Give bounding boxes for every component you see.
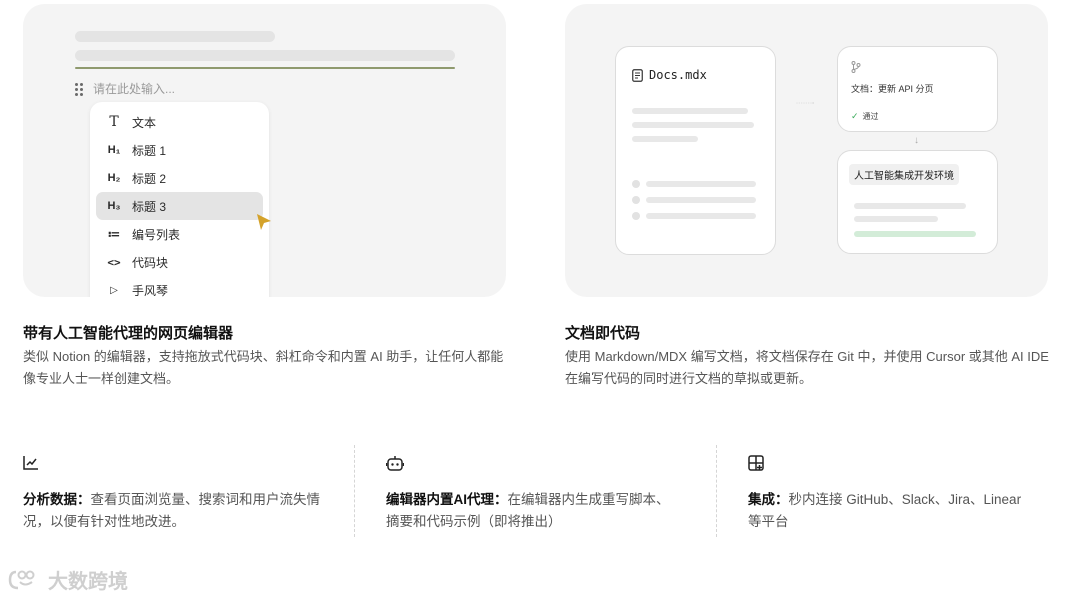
pull-request-card: 文档：更新 API 分页 ✓ 通过 <box>837 46 998 132</box>
watermark-logo-icon <box>8 570 35 589</box>
skeleton-line <box>75 50 455 61</box>
menu-item-label: 编号列表 <box>132 227 181 242</box>
code-icon: <> <box>107 255 121 269</box>
list-dot <box>632 196 640 204</box>
chart-icon <box>23 456 38 470</box>
editor-divider <box>75 67 455 69</box>
menu-item-label: 标题 1 <box>132 143 167 158</box>
robot-icon <box>385 456 405 471</box>
arrow-down-icon: ↓ <box>914 135 919 146</box>
menu-item-heading-1[interactable]: H₁ 标题 1 <box>96 136 263 164</box>
grid-plus-icon <box>748 455 764 471</box>
heading-1-icon: H₁ <box>107 144 121 156</box>
feature-description: 秒内连接 GitHub、Slack、Jira、Linear 等平台 <box>748 492 1022 529</box>
menu-item-label: 手风琴 <box>132 283 169 298</box>
arrow-right-icon <box>796 102 815 104</box>
menu-item-label: 标题 2 <box>132 171 167 186</box>
numbered-list-icon: ≔ <box>107 227 121 241</box>
doc-file-name: Docs.mdx <box>649 68 707 82</box>
feature-integrations: 集成：秒内连接 GitHub、Slack、Jira、Linear 等平台 <box>748 455 1033 533</box>
editor-section-description: 类似 Notion 的编辑器，支持拖放式代码块、斜杠命令和内置 AI 助手，让任… <box>23 349 504 386</box>
skeleton-line <box>632 136 698 142</box>
feature-ai-agent: 编辑器内置AI代理：在编辑器内生成重写脚本、摘要和代码示例（即将推出） <box>385 455 676 533</box>
ide-label: 人工智能集成开发环境 <box>849 164 959 185</box>
docs-section-description: 使用 Markdown/MDX 编写文档，将文档保存在 Git 中，并使用 Cu… <box>565 349 1049 386</box>
menu-item-heading-3[interactable]: H₃ 标题 3 <box>96 192 263 220</box>
menu-item-label: 文本 <box>132 115 157 130</box>
menu-item-accordion[interactable]: ▷ 手风琴 <box>96 276 263 298</box>
accordion-icon: ▷ <box>110 284 118 296</box>
docs-as-code-card: Docs.mdx 文档：更新 API 分页 ✓ 通过 ↓ 人工智能集成开发环境 <box>565 4 1048 297</box>
text-icon: T <box>109 114 119 130</box>
skeleton-line <box>632 108 748 114</box>
feature-title: 集成： <box>748 492 789 507</box>
list-dot <box>632 212 640 220</box>
cursor-pointer-icon <box>257 214 271 230</box>
list-dot <box>632 180 640 188</box>
menu-item-heading-2[interactable]: H₂ 标题 2 <box>96 164 263 192</box>
skeleton-line <box>854 203 966 209</box>
skeleton-line <box>632 122 754 128</box>
skeleton-line <box>646 197 756 203</box>
column-divider <box>716 445 717 537</box>
editor-placeholder[interactable]: 请在此处输入... <box>93 80 175 97</box>
feature-title: 分析数据： <box>23 492 91 507</box>
menu-item-label: 代码块 <box>132 255 169 270</box>
menu-item-text[interactable]: T 文本 <box>96 108 263 136</box>
highlight-line <box>854 231 976 237</box>
pr-status: ✓ 通过 <box>851 111 879 122</box>
slash-command-menu: T 文本 H₁ 标题 1 H₂ 标题 2 H₃ 标题 3 ≔ 编号列表 <> 代… <box>90 102 269 297</box>
file-icon <box>632 68 643 82</box>
docs-section-title: 文档即代码 <box>565 325 641 342</box>
menu-item-code-block[interactable]: <> 代码块 <box>96 248 263 276</box>
ai-ide-card: 人工智能集成开发环境 <box>837 150 998 254</box>
drag-handle-icon[interactable] <box>75 82 83 96</box>
skeleton-line <box>854 216 938 222</box>
menu-item-label: 标题 3 <box>132 199 167 214</box>
editor-input-row[interactable]: 请在此处输入... <box>75 80 175 97</box>
doc-file-card: Docs.mdx <box>615 46 776 255</box>
check-icon: ✓ <box>851 111 859 121</box>
git-branch-icon <box>851 61 861 73</box>
column-divider <box>354 445 355 537</box>
pr-title: 文档：更新 API 分页 <box>851 84 934 94</box>
editor-preview-card: 请在此处输入... T 文本 H₁ 标题 1 H₂ 标题 2 H₃ 标题 3 ≔… <box>23 4 506 297</box>
skeleton-line <box>646 181 756 187</box>
watermark: 大数跨境 <box>8 565 128 594</box>
pr-status-label: 通过 <box>862 112 879 121</box>
heading-2-icon: H₂ <box>107 172 121 184</box>
watermark-text: 大数跨境 <box>48 571 128 593</box>
heading-3-icon: H₃ <box>107 200 121 212</box>
feature-title: 编辑器内置AI代理： <box>386 492 508 507</box>
skeleton-line <box>646 213 756 219</box>
feature-analytics: 分析数据：查看页面浏览量、搜索词和用户流失情况，以便有针对性地改进。 <box>23 455 323 533</box>
menu-item-numbered-list[interactable]: ≔ 编号列表 <box>96 220 263 248</box>
skeleton-line <box>75 31 275 42</box>
editor-section-title: 带有人工智能代理的网页编辑器 <box>23 325 234 342</box>
